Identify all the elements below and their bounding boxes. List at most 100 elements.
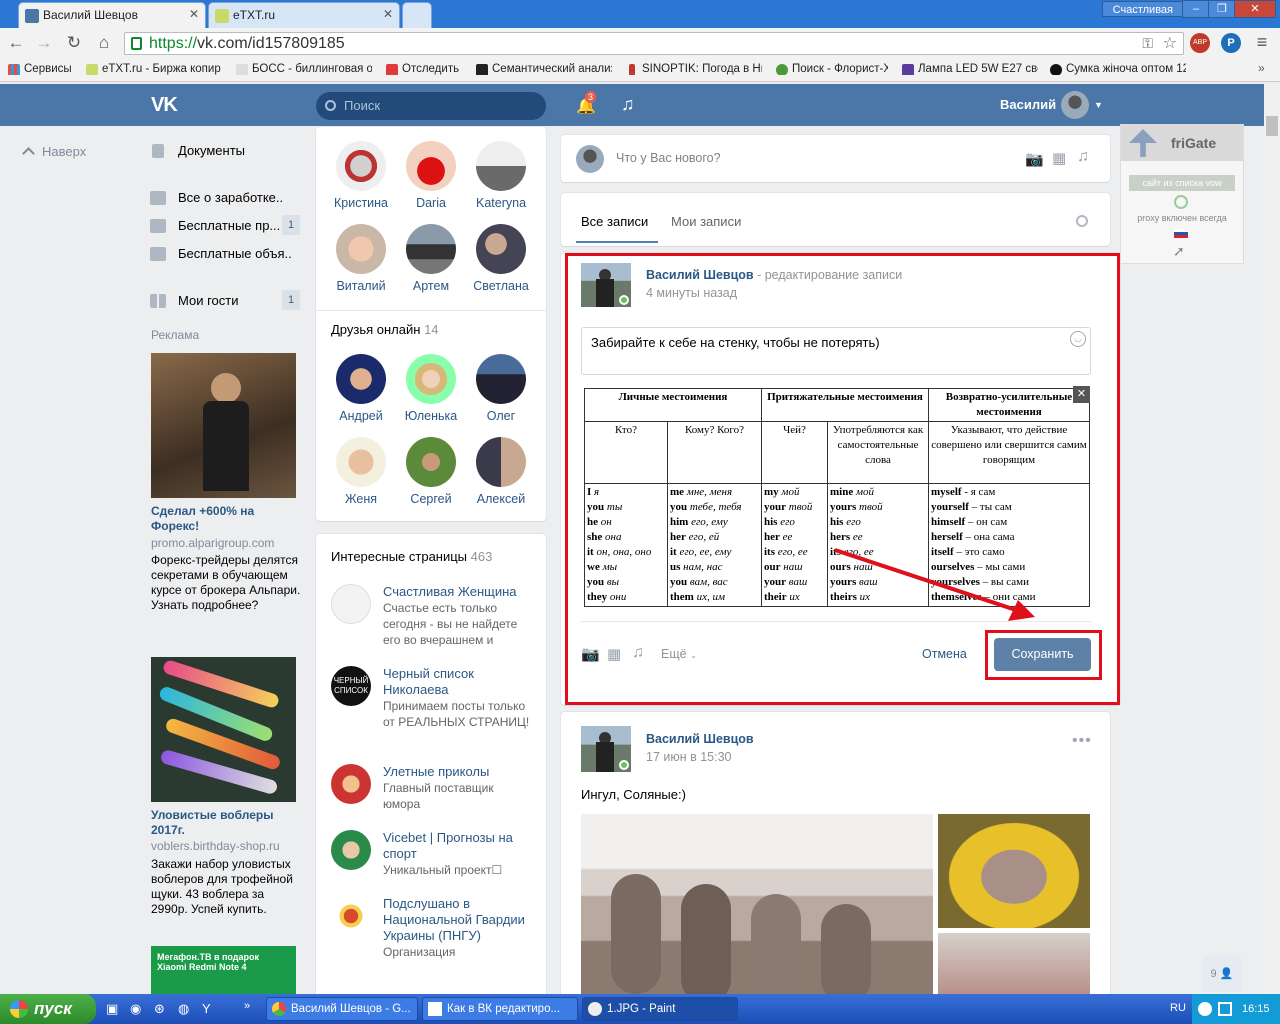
friend-item[interactable]: Артем [396, 224, 466, 293]
page-title[interactable]: Подслушано в Национальной Гвардии Украин… [383, 896, 531, 944]
camera-icon[interactable]: 📷 [1025, 150, 1044, 168]
more-quicklaunch-icon[interactable]: » [244, 1000, 250, 1012]
page-item[interactable]: Счастливая Женщина Счастье есть только се… [331, 584, 531, 648]
reload-icon[interactable]: ↻ [64, 33, 84, 53]
language-indicator[interactable]: RU [1170, 1002, 1186, 1014]
taskbar-item-chrome[interactable]: Василий Шевцов - G... [266, 997, 418, 1021]
back-icon[interactable]: ← [6, 33, 26, 53]
friend-item[interactable]: Кристина [326, 141, 396, 210]
tab-all-posts[interactable]: Все записи [581, 214, 648, 229]
address-bar[interactable]: https://vk.com/id157809185 ⚿ ☆ [124, 32, 1184, 55]
quicklaunch-icon[interactable]: ◉ [130, 1001, 141, 1017]
notifications-bell-icon[interactable]: 🔔 3 [576, 91, 597, 116]
search-icon[interactable] [1076, 215, 1088, 227]
yandex-quicklaunch-icon[interactable]: Y [202, 1001, 211, 1016]
power-icon[interactable] [1174, 195, 1188, 209]
avatar[interactable] [581, 726, 631, 772]
more-options-icon[interactable]: ••• [1072, 732, 1092, 750]
page-item[interactable]: Подслушано в Национальной Гвардии Украин… [331, 896, 531, 960]
page-title[interactable]: Vicebet | Прогнозы на спорт [383, 830, 531, 862]
ad-image-wobblers[interactable] [151, 657, 296, 802]
friend-item[interactable]: Kateryna [466, 141, 536, 210]
post-photo-fish-2[interactable] [938, 814, 1090, 928]
post-photo-fish-3[interactable] [938, 933, 1090, 994]
menu-icon[interactable]: ≡ [1252, 32, 1272, 52]
tab-vk[interactable]: Василий Шевцов ✕ [18, 2, 206, 28]
ad-banner-megafon[interactable]: Мегафон.ТВ в подарок Xiaomi Redmi Note 4 [151, 946, 296, 996]
more-bookmarks-icon[interactable]: » [1258, 61, 1265, 75]
frigate-header[interactable]: friGate [1121, 125, 1243, 161]
more-attach-button[interactable]: Ещё ⌄ [661, 647, 697, 661]
ad-domain[interactable]: promo.alparigroup.com [151, 536, 274, 550]
scrollbar-thumb[interactable] [1266, 116, 1278, 136]
music-attach-icon[interactable]: ♫ [1077, 148, 1089, 166]
search-input[interactable]: Поиск [316, 92, 546, 120]
clock[interactable]: 16:15 [1242, 1003, 1270, 1015]
music-icon[interactable]: ♫ [621, 94, 635, 115]
key-icon[interactable]: ⚿ [1142, 33, 1153, 54]
remove-attachment-icon[interactable]: ✕ [1073, 386, 1090, 403]
arrow-up-icon[interactable]: ➚ [1173, 243, 1185, 260]
ad-image-forex[interactable] [151, 353, 296, 498]
friend-item[interactable]: Daria [396, 141, 466, 210]
page-item[interactable]: Vicebet | Прогнозы на спорт Уникальный пр… [331, 830, 531, 878]
post-author[interactable]: Василий Шевцов [646, 268, 754, 282]
scrollbar[interactable] [1264, 84, 1280, 994]
page-item[interactable]: Улетные приколы Главный поставщик юмора [331, 764, 531, 812]
restore-icon[interactable]: ❐ [1208, 0, 1236, 18]
new-tab-button[interactable] [402, 2, 432, 28]
post-time[interactable]: 17 июн в 15:30 [646, 750, 732, 764]
friend-item[interactable]: Сергей [396, 437, 466, 506]
sidebar-item-guests[interactable]: Мои гости 1 [150, 290, 300, 310]
page-title[interactable]: Улетные приколы [383, 764, 531, 780]
avatar[interactable] [581, 263, 631, 307]
friend-item[interactable]: Юленька [396, 354, 466, 423]
post-author[interactable]: Василий Шевцов [646, 732, 754, 746]
avatar[interactable] [1061, 91, 1089, 119]
sidebar-item-group[interactable]: Бесплатные пр... 1 [150, 215, 300, 235]
chrome-profile-button[interactable]: Счастливая [1101, 1, 1184, 17]
page-title[interactable]: Счастливая Женщина [383, 584, 531, 600]
friend-item[interactable]: Андрей [326, 354, 396, 423]
friend-item[interactable]: Олег [466, 354, 536, 423]
page-item[interactable]: ЧЕРНЫЙ СПИСОК Черный список Николаева Прин… [331, 666, 531, 730]
close-window-icon[interactable]: ✕ [1234, 0, 1276, 18]
avatar[interactable] [576, 145, 604, 173]
close-tab-icon[interactable]: ✕ [383, 7, 393, 21]
tab-my-posts[interactable]: Мои записи [671, 214, 741, 229]
tray-icon[interactable] [1198, 1002, 1212, 1016]
quicklaunch-icon[interactable]: ⊛ [154, 1001, 165, 1017]
vk-logo[interactable]: VK [151, 94, 178, 117]
taskbar-item-word[interactable]: Как в ВК редактиро... [422, 997, 578, 1021]
bookmark-star-icon[interactable]: ☆ [1163, 33, 1177, 54]
bookmark-item[interactable]: Сервисы [8, 63, 78, 75]
page-title[interactable]: Черный список Николаева [383, 666, 531, 698]
desktop-icon[interactable]: ▣ [106, 1001, 118, 1017]
bookmark-item[interactable]: Поиск - Флорист-Х [776, 63, 888, 75]
sidebar-item-group[interactable]: Все о заработке.. [150, 190, 283, 205]
sidebar-item-group[interactable]: Бесплатные объя.. [150, 246, 292, 261]
chevron-down-icon[interactable]: ▼ [1094, 100, 1103, 110]
forward-icon[interactable]: → [34, 33, 54, 53]
friend-item[interactable]: Виталий [326, 224, 396, 293]
friend-item[interactable]: Алексей [466, 437, 536, 506]
ad-text[interactable]: Закажи набор уловистых воблеров для троф… [151, 857, 301, 917]
friend-item[interactable]: Женя [326, 437, 396, 506]
sidebar-item-documents[interactable]: Документы [150, 143, 245, 158]
ad-title[interactable]: Уловистые воблеры 2017г. [151, 808, 296, 838]
interesting-pages-header[interactable]: Интересные страницы 463 [331, 549, 492, 564]
ad-domain[interactable]: voblers.birthday-shop.ru [151, 839, 280, 853]
friends-online-header[interactable]: Друзья онлайн 14 [331, 322, 439, 337]
chat-button[interactable]: 9 👤 [1202, 956, 1242, 992]
flag-icon[interactable] [1174, 229, 1188, 238]
network-icon[interactable] [1218, 1002, 1232, 1016]
extension-p-icon[interactable]: P [1221, 33, 1241, 53]
cancel-button[interactable]: Отмена [922, 647, 967, 661]
camera-icon[interactable]: 📷 [581, 645, 600, 663]
music-attach-icon[interactable]: ♫ [632, 644, 644, 662]
post-time[interactable]: 4 минуты назад [646, 286, 737, 300]
emoji-icon[interactable]: ◡ [1070, 331, 1086, 347]
video-icon[interactable]: ▦ [607, 645, 621, 663]
friend-item[interactable]: Светлана [466, 224, 536, 293]
ad-title[interactable]: Сделал +600% на Форекс! [151, 504, 296, 534]
